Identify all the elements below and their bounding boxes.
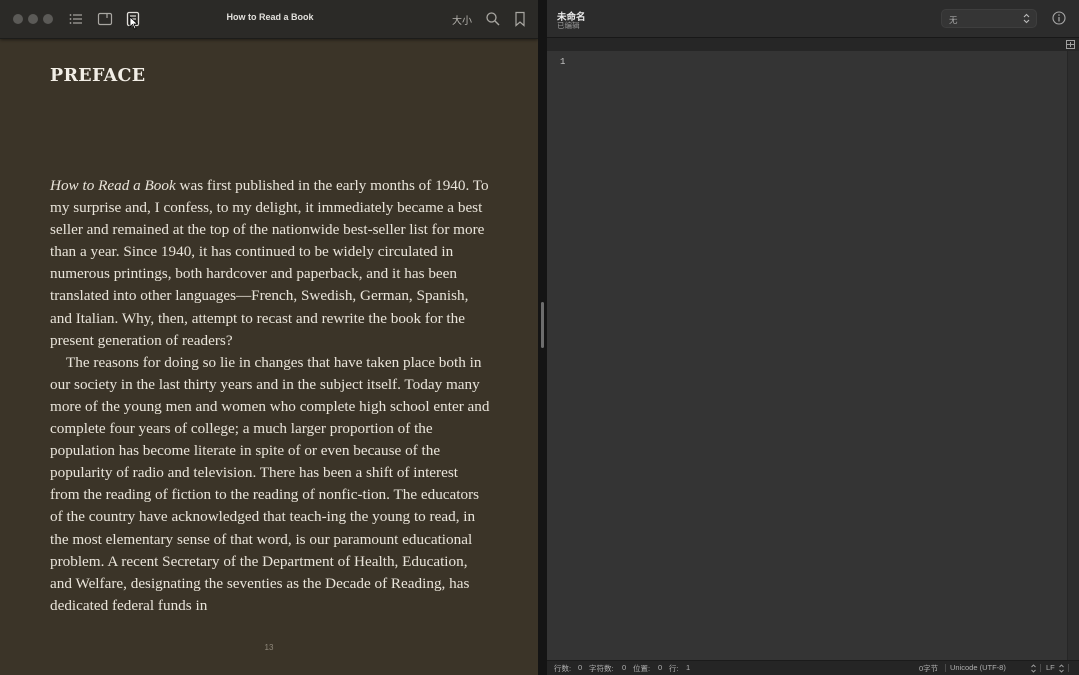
status-separator <box>1068 664 1069 672</box>
paragraph-2: The reasons for doing so lie in changes … <box>50 353 490 614</box>
encoding-selector[interactable]: Unicode (UTF-8) <box>950 663 1006 672</box>
editor-toolbar: 未命名 已编辑 无 <box>547 0 1079 38</box>
split-view-divider[interactable] <box>538 0 547 675</box>
syntax-mode-select[interactable]: 无 <box>941 9 1037 28</box>
chevron-up-down-icon <box>1023 13 1030 24</box>
font-size-button[interactable]: 大小 <box>452 12 472 27</box>
line-ending-chevron-icon <box>1059 664 1064 673</box>
line-ending-selector[interactable]: LF <box>1046 663 1055 672</box>
zoom-window-button[interactable] <box>43 14 53 24</box>
minimize-window-button[interactable] <box>28 14 38 24</box>
window-title: How to Read a Book <box>226 12 314 22</box>
status-separator <box>945 664 946 672</box>
page-number: 13 <box>264 643 274 652</box>
close-window-button[interactable] <box>13 14 23 24</box>
encoding-chevron-icon <box>1031 664 1036 673</box>
status-line-label: 行: <box>669 664 679 673</box>
paragraph-1-text: was first published in the early months … <box>50 177 489 349</box>
book-title-italic: How to Read a Book <box>50 177 176 194</box>
status-line-value: 1 <box>686 663 691 672</box>
status-lines-value: 0 <box>578 663 583 672</box>
status-separator <box>1040 664 1041 672</box>
books-toolbar: How to Read a Book 大小 <box>0 0 538 39</box>
status-chars-value: 0 <box>622 663 627 672</box>
vertical-scrollbar[interactable] <box>1067 51 1079 660</box>
line-number: 1 <box>560 57 566 67</box>
chapter-heading: PREFACE <box>50 66 146 86</box>
bookmark-icon[interactable] <box>512 11 528 27</box>
status-location-label: 位置: <box>633 664 651 673</box>
editor-window: 未命名 已编辑 无 1 行数: 0 字符数: 0 位置: 0 行: 1 0字节 … <box>547 0 1079 675</box>
notes-icon[interactable] <box>97 11 113 27</box>
divider-handle[interactable] <box>541 302 544 348</box>
search-icon[interactable] <box>485 11 501 27</box>
paragraph-1: How to Read a Book was first published i… <box>50 175 490 352</box>
syntax-mode-value: 无 <box>949 15 958 25</box>
text-editing-area[interactable]: 1 <box>547 51 1067 660</box>
status-bar: 行数: 0 字符数: 0 位置: 0 行: 1 0字节 Unicode (UTF… <box>547 660 1079 675</box>
table-of-contents-icon[interactable] <box>68 11 84 27</box>
book-page-text: How to Read a Book was first published i… <box>50 175 490 617</box>
status-lines-label: 行数: <box>554 664 572 673</box>
status-byte-count: 0字节 <box>919 664 939 673</box>
document-status: 已编辑 <box>557 21 580 30</box>
books-window: How to Read a Book 大小 PREFACE How to Rea… <box>0 0 538 675</box>
mouse-cursor-icon <box>129 16 139 30</box>
split-editor-icon[interactable] <box>1066 40 1075 49</box>
info-icon[interactable] <box>1052 11 1066 25</box>
status-location-value: 0 <box>658 663 663 672</box>
status-chars-label: 字符数: <box>589 664 614 673</box>
editor-navigation-bar <box>547 38 1079 51</box>
